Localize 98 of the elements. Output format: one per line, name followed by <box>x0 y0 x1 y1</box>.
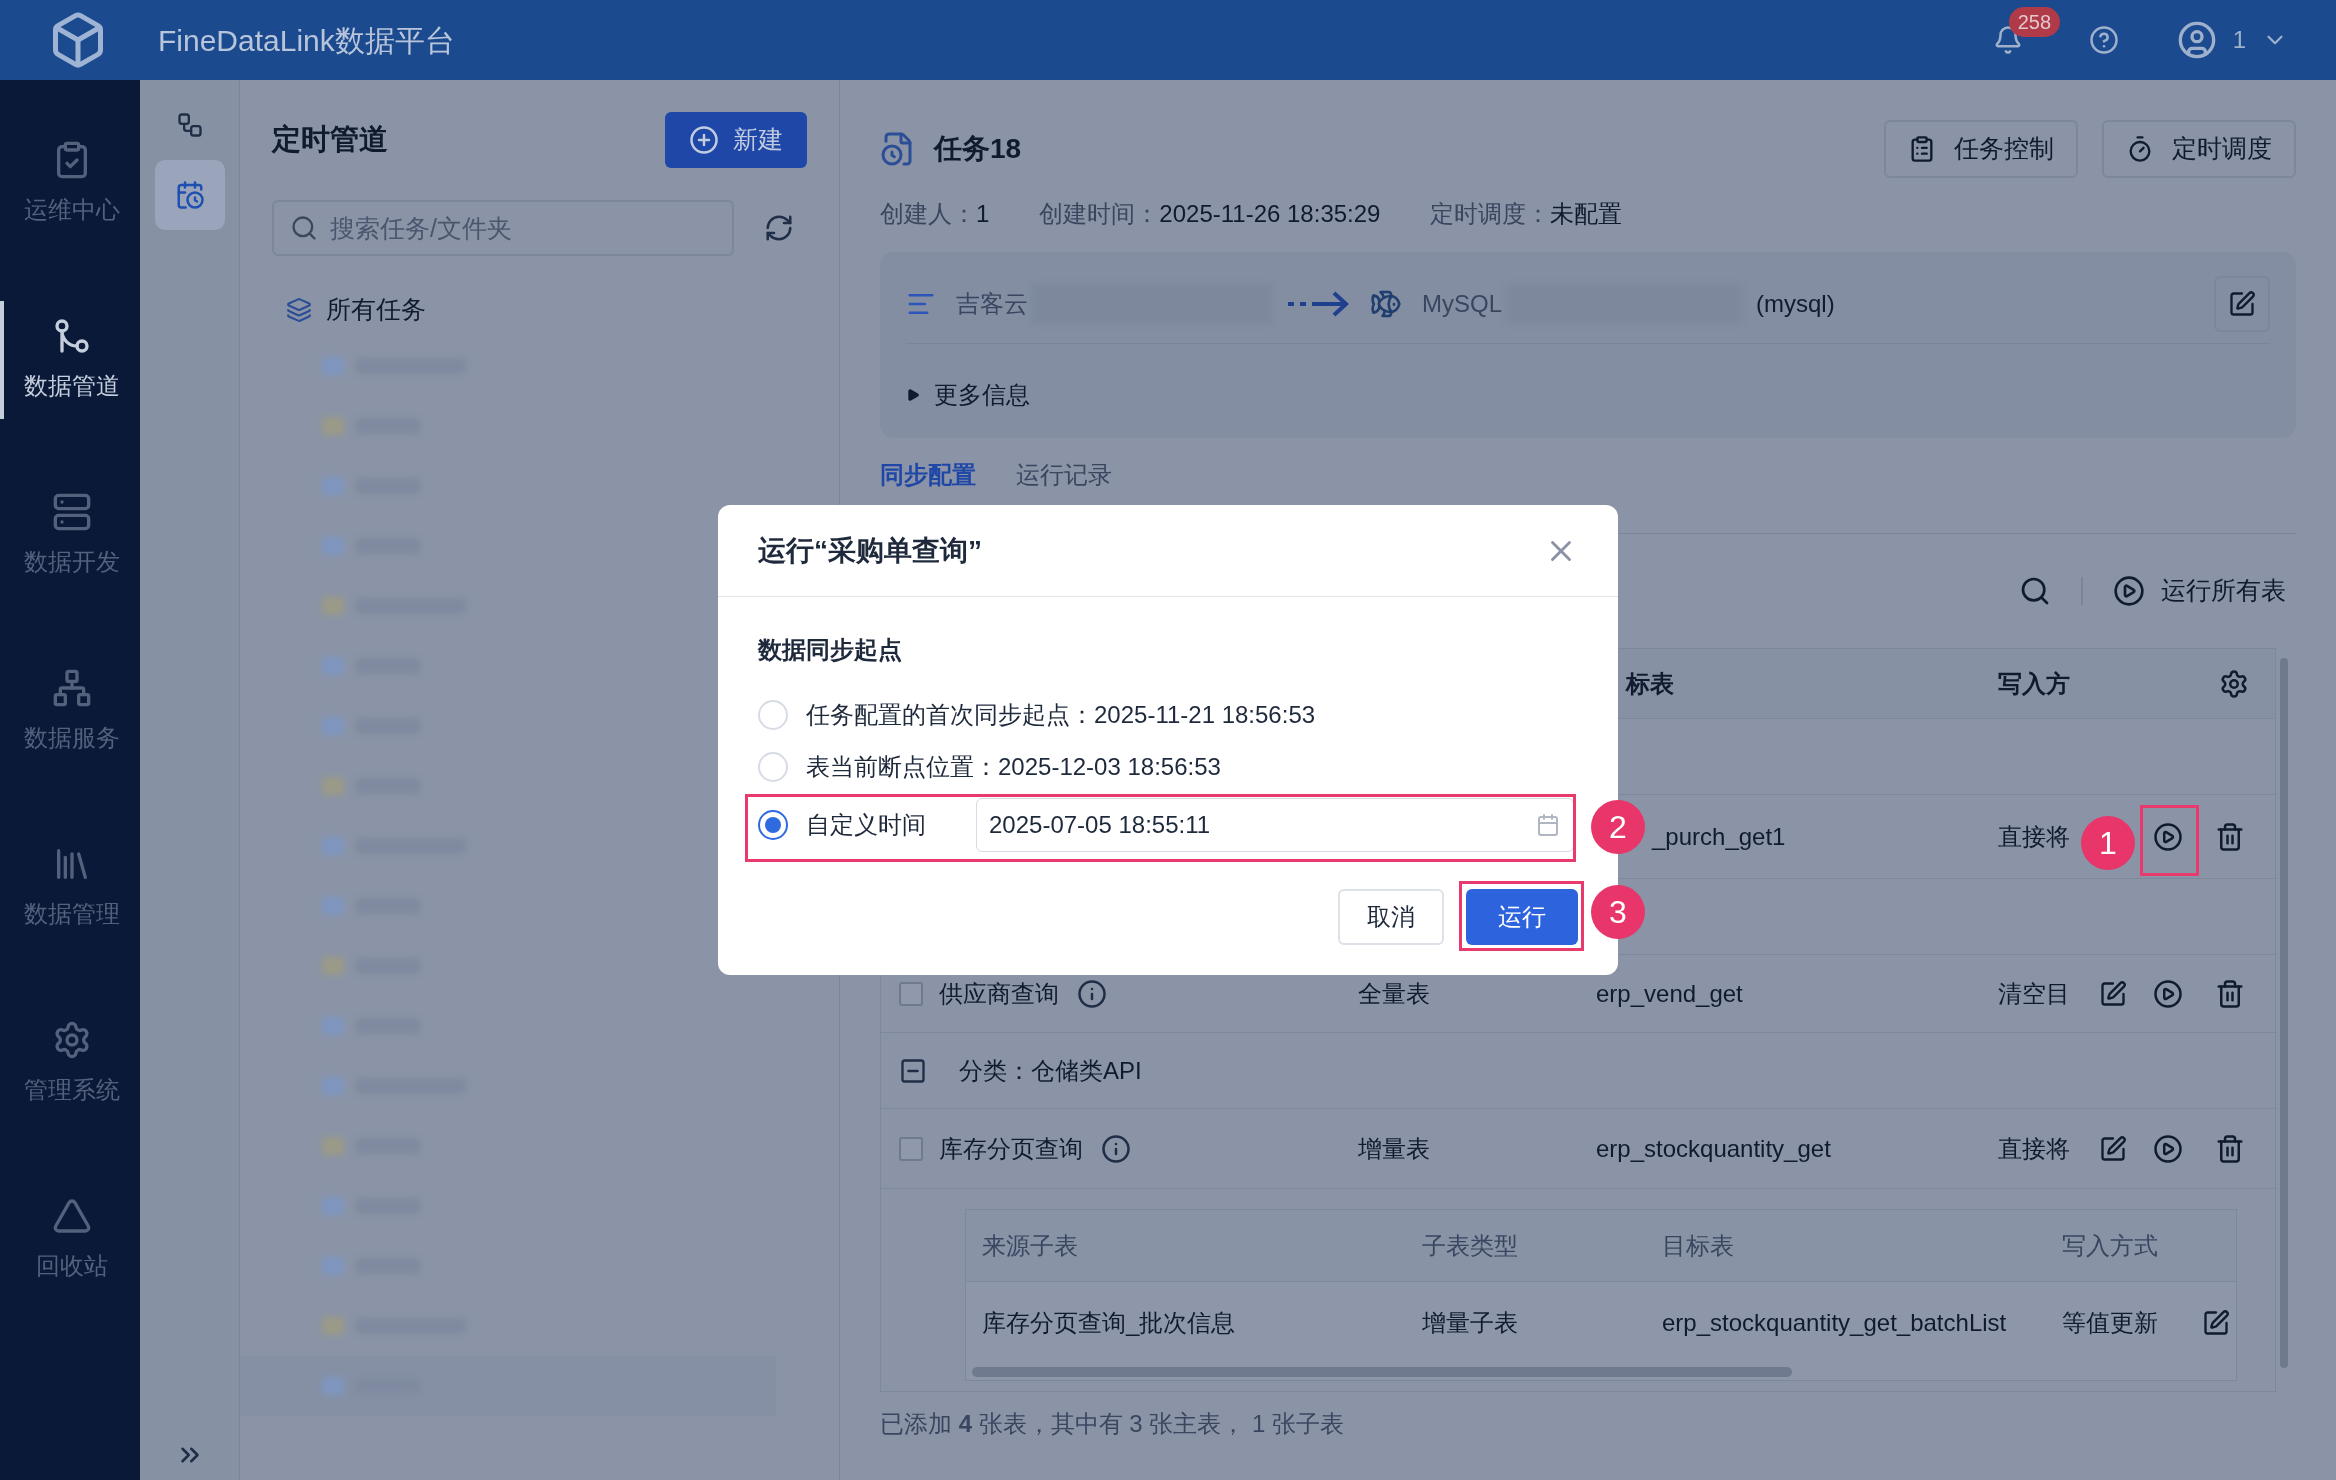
play-icon <box>2113 575 2145 607</box>
column-header: 目标表 <box>1662 1230 1735 1261</box>
play-icon[interactable] <box>2153 821 2183 852</box>
edit-icon <box>2228 289 2256 318</box>
tree-item[interactable]: 所有任务 <box>286 290 807 330</box>
target-name: MySQL <box>1422 288 1502 319</box>
column-header: 来源子表 <box>981 1230 1079 1261</box>
meta-text: 定时调度：未配置 <box>1430 199 1623 229</box>
server-icon <box>52 492 92 532</box>
run-button[interactable]: 运行 <box>1466 889 1578 945</box>
play-icon[interactable] <box>2153 1133 2183 1164</box>
table-summary: 已添加 4 张表，其中有 3 张主表， 1 张子表 <box>880 1409 1346 1439</box>
info-icon[interactable] <box>1101 1133 1131 1164</box>
nav-item[interactable]: 运维中心 <box>0 125 140 243</box>
tab[interactable]: 运行记录 <box>1016 460 1112 490</box>
table-cell: 增量表 <box>1358 1134 1430 1162</box>
step-marker: 1 <box>2081 816 2135 870</box>
nav-item[interactable]: 数据管理 <box>0 829 140 947</box>
column-header: 标表 <box>1624 668 1675 699</box>
table-cell-text: erp_stockquantity_get_batchList <box>1662 1308 2008 1338</box>
new-button[interactable]: 新建 <box>665 112 807 168</box>
calendar-clock-icon <box>174 180 205 210</box>
option-label: 表当前断点位置：2025-12-03 18:56:53 <box>806 752 1221 782</box>
table-cell: _purch_get1 <box>1652 822 1786 850</box>
mode-tab[interactable] <box>154 160 225 230</box>
column-header: 写入方式 <box>2062 1230 2159 1261</box>
radio-button[interactable] <box>758 810 788 840</box>
run-all-button[interactable]: 运行所有表 <box>2113 572 2286 610</box>
help-icon[interactable] <box>2088 25 2119 55</box>
schedule-button[interactable]: 定时调度 <box>2102 120 2296 178</box>
meta-text: 创建时间：2025-11-26 18:35:29 <box>1039 199 1381 229</box>
calendar-icon <box>1536 813 1560 837</box>
checkbox[interactable] <box>899 981 923 1006</box>
table-cell-text: 增量子表 <box>1422 1308 1519 1338</box>
network-icon <box>52 668 92 708</box>
source-name: 吉客云 <box>956 288 1028 319</box>
table-cell-text: 库存分页查询 <box>939 1133 1083 1164</box>
table-cell-text: 等值更新 <box>2062 1308 2159 1338</box>
notification-badge: 258 <box>2008 7 2060 37</box>
nav-item[interactable]: 数据开发 <box>0 477 140 595</box>
target-type: (mysql) <box>1756 288 1835 319</box>
task-control-button[interactable]: 任务控制 <box>1884 120 2078 178</box>
delete-icon[interactable] <box>2215 821 2245 852</box>
step-marker: 3 <box>1591 885 1645 939</box>
table-cell: 全量表 <box>1358 979 1430 1007</box>
edit-button[interactable] <box>2214 275 2270 332</box>
dialog-title: 运行“采购单查询” <box>758 533 982 568</box>
highlight-frame <box>2140 805 2199 876</box>
play-icon[interactable] <box>2153 978 2183 1009</box>
more-info-toggle[interactable]: 更多信息 <box>906 370 2270 420</box>
option-label: 自定义时间 <box>806 810 927 840</box>
user-icon[interactable] <box>2176 20 2217 60</box>
category-label: 分类：仓储类API <box>959 1055 1142 1086</box>
nav-item[interactable]: 数据服务 <box>0 653 140 771</box>
workflow-icon <box>175 111 204 139</box>
column-header: 写入方 <box>1998 668 2071 699</box>
tab[interactable]: 同步配置 <box>880 460 976 490</box>
table-cell: erp_vend_get <box>1596 979 1743 1007</box>
table-cell: 清空目 <box>1998 979 2070 1007</box>
settings-icon <box>52 1020 92 1060</box>
edit-icon[interactable] <box>2099 1134 2127 1163</box>
search-field[interactable]: 搜索任务/文件夹 <box>272 200 734 256</box>
triangle-icon <box>52 1196 92 1236</box>
merge-icon <box>52 316 92 356</box>
section-title: 数据同步起点 <box>758 635 903 665</box>
table-cell-text: 库存分页查询_批次信息 <box>981 1308 1237 1338</box>
table-cell-text: 供应商查询 <box>939 978 1059 1009</box>
scrollbar[interactable] <box>2280 658 2288 1368</box>
nav-item[interactable]: 回收站 <box>0 1181 140 1299</box>
layers-icon <box>286 297 312 323</box>
scrollbar[interactable] <box>972 1367 1792 1377</box>
edit-icon[interactable] <box>2202 1309 2230 1337</box>
nav-item[interactable]: 管理系统 <box>0 1005 140 1123</box>
plus-icon <box>689 125 719 155</box>
checkbox[interactable] <box>899 1136 923 1161</box>
table-cell: 直接将 <box>1998 822 2070 850</box>
panel-title: 定时管道 <box>272 122 388 158</box>
app-title: FineDataLink数据平台 <box>158 22 455 59</box>
delete-icon[interactable] <box>2215 1133 2245 1164</box>
info-icon[interactable] <box>1077 978 1107 1009</box>
delete-icon[interactable] <box>2215 978 2245 1009</box>
search-icon[interactable] <box>2019 575 2051 607</box>
table-cell: erp_stockquantity_get <box>1596 1134 1831 1162</box>
edit-icon[interactable] <box>2099 979 2127 1008</box>
caret-icon <box>906 388 920 402</box>
option-label: 任务配置的首次同步起点：2025-11-21 18:56:53 <box>806 700 1316 730</box>
search-icon <box>290 214 318 242</box>
task-title: 任务18 <box>934 132 1022 166</box>
meta-text: 创建人：1 <box>880 199 990 229</box>
column-header: 子表类型 <box>1422 1230 1519 1261</box>
table-cell: 直接将 <box>1998 1134 2070 1162</box>
settings-icon[interactable] <box>2219 668 2249 699</box>
user-name[interactable]: 1 <box>2232 22 2246 58</box>
refresh-icon[interactable] <box>764 213 794 243</box>
cancel-button[interactable]: 取消 <box>1338 889 1444 945</box>
collapse-icon[interactable] <box>899 1056 927 1085</box>
step-marker: 2 <box>1591 800 1645 854</box>
datetime-field[interactable]: 2025-07-05 18:55:11 <box>976 798 1574 852</box>
